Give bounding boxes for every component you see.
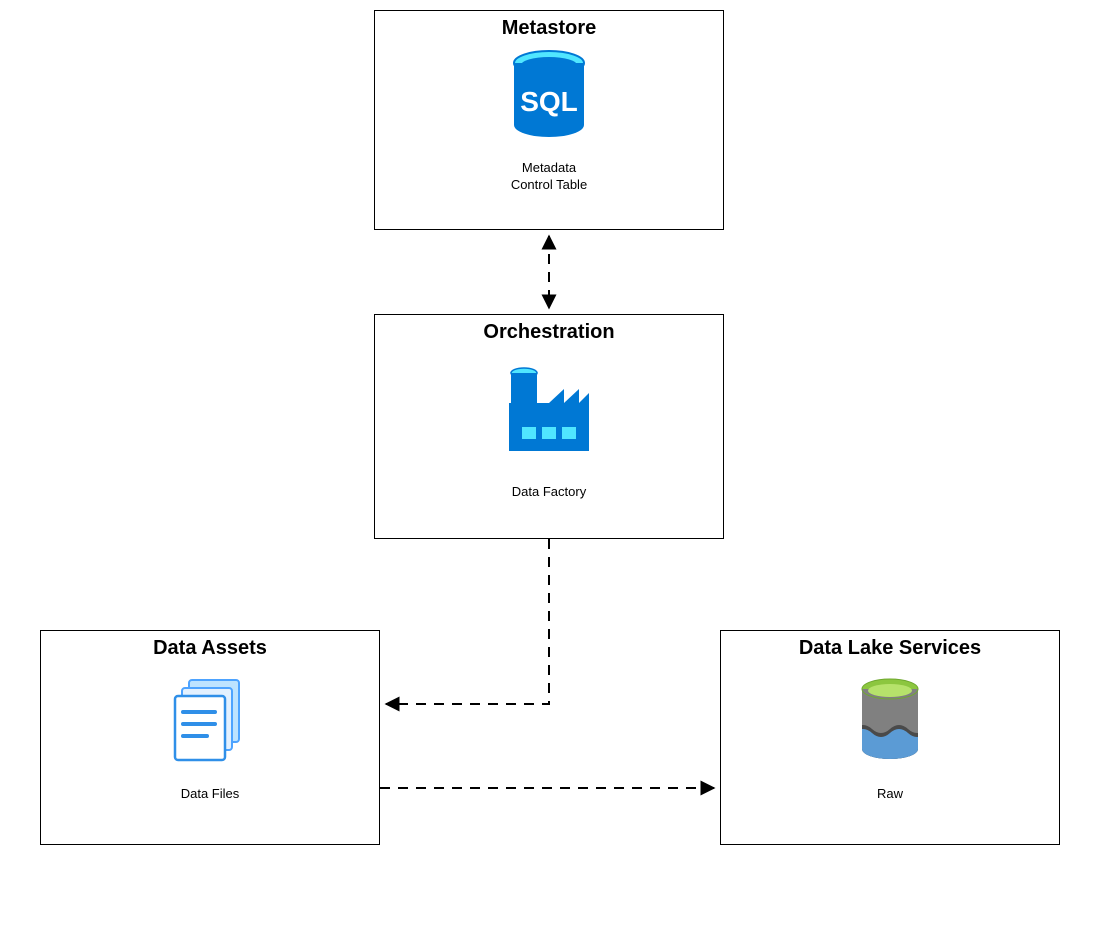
data-lake-storage-icon	[721, 668, 1059, 778]
data-assets-caption: Data Files	[41, 786, 379, 803]
node-data-assets: Data Assets Data Files	[40, 630, 380, 845]
sql-database-icon: SQL	[375, 44, 723, 154]
node-orchestration: Orchestration Data Factory	[374, 314, 724, 539]
data-assets-title: Data Assets	[41, 637, 379, 660]
metastore-title: Metastore	[375, 17, 723, 40]
data-factory-icon	[375, 350, 723, 470]
data-lake-title: Data Lake Services	[721, 637, 1059, 660]
metastore-caption: Metadata Control Table	[375, 160, 723, 194]
data-files-icon	[41, 668, 379, 778]
diagram-canvas: Metastore SQL Metadata Control Table Orc…	[0, 0, 1098, 929]
connector-orchestration-to-data-assets	[386, 539, 549, 704]
svg-text:SQL: SQL	[520, 86, 578, 117]
node-data-lake: Data Lake Services Raw	[720, 630, 1060, 845]
orchestration-title: Orchestration	[375, 321, 723, 344]
data-lake-caption: Raw	[721, 786, 1059, 803]
node-metastore: Metastore SQL Metadata Control Table	[374, 10, 724, 230]
orchestration-caption: Data Factory	[375, 484, 723, 501]
